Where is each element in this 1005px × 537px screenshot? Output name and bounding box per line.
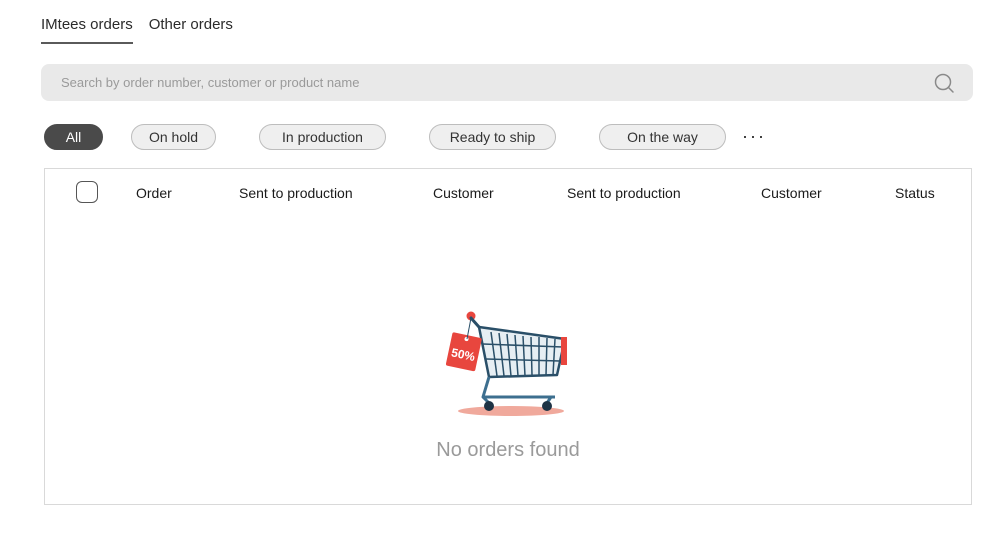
empty-state-message: No orders found	[436, 439, 580, 461]
column-header-order[interactable]: Order	[136, 185, 172, 201]
table-header: Order Sent to production Customer Sent t…	[45, 169, 971, 219]
column-header-customer[interactable]: Customer	[433, 185, 494, 201]
more-filters-button[interactable]: ···	[742, 126, 766, 147]
search-icon[interactable]	[933, 72, 955, 94]
empty-state: 50% No orders found	[45, 309, 971, 462]
filter-chip-ready-to-ship[interactable]: Ready to ship	[429, 124, 556, 150]
column-header-sent-to-production[interactable]: Sent to production	[239, 185, 353, 201]
column-header-sent-to-production-2[interactable]: Sent to production	[567, 185, 681, 201]
shopping-cart-icon: 50%	[445, 311, 567, 416]
select-all-checkbox[interactable]	[76, 181, 98, 203]
orders-table: Order Sent to production Customer Sent t…	[44, 168, 972, 505]
tab-imtees-orders[interactable]: IMtees orders	[41, 14, 133, 44]
search-input[interactable]	[41, 64, 921, 101]
order-tabs: IMtees orders Other orders	[41, 14, 233, 44]
filter-chip-on-the-way[interactable]: On the way	[599, 124, 726, 150]
filter-chip-all[interactable]: All	[44, 124, 103, 150]
column-header-status[interactable]: Status	[895, 185, 935, 201]
filter-chip-in-production[interactable]: In production	[259, 124, 386, 150]
column-header-customer-2[interactable]: Customer	[761, 185, 822, 201]
status-filters: All On hold In production Ready to ship …	[44, 124, 784, 150]
search-bar	[41, 64, 973, 101]
filter-chip-on-hold[interactable]: On hold	[131, 124, 216, 150]
tab-other-orders[interactable]: Other orders	[149, 14, 233, 44]
